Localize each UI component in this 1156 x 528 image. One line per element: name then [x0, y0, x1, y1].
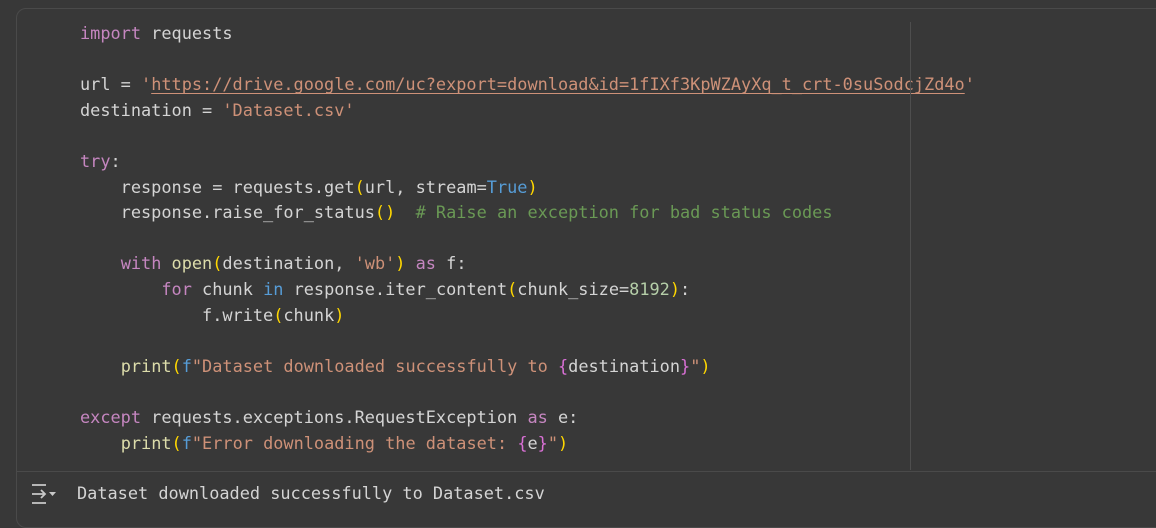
code-line: try: [80, 149, 975, 175]
code-token: : [110, 150, 121, 171]
code-token: open [171, 253, 213, 274]
code-token: print [120, 355, 172, 376]
code-token: f [181, 355, 192, 376]
code-token: ( [273, 304, 284, 325]
code-token: requests.exceptions.RequestException [141, 406, 528, 427]
code-editor[interactable]: import requests url = 'https://drive.goog… [80, 21, 975, 456]
code-token: } [537, 432, 548, 453]
code-token: { [517, 432, 528, 453]
code-token: ) [334, 304, 345, 325]
code-token: f: [435, 253, 467, 274]
code-token: "Error downloading the dataset: [191, 432, 518, 453]
url-link[interactable]: https://drive.google.com/uc?export=downl… [151, 74, 965, 94]
code-token: for [161, 278, 192, 299]
code-token: chunk_size= [517, 278, 630, 299]
code-token: print [120, 432, 172, 453]
code-line: for chunk in response.iter_content(chunk… [80, 277, 975, 303]
code-token: { [557, 355, 569, 376]
code-token: chunk [283, 304, 335, 325]
code-token: destination = [80, 99, 223, 120]
code-token: ) [395, 253, 406, 274]
code-token: f [181, 432, 192, 453]
code-token: 8192 [629, 278, 670, 299]
code-line: response = requests.get(url, stream=True… [80, 175, 975, 201]
output-text: Dataset downloaded successfully to Datas… [77, 483, 545, 503]
code-token: import [80, 23, 142, 43]
code-token: in [263, 278, 284, 299]
code-token: as [527, 406, 548, 427]
code-token: " [690, 355, 701, 376]
code-line: print(f"Dataset downloaded successfully … [80, 354, 975, 380]
code-token: destination [568, 355, 681, 376]
code-token: chunk [191, 278, 264, 299]
code-token: : [680, 278, 691, 299]
code-token: ) [527, 176, 538, 197]
output-divider [17, 471, 1156, 472]
code-token: ( [354, 176, 365, 197]
code-token: ) [558, 432, 569, 453]
code-line: except requests.exceptions.RequestExcept… [80, 405, 975, 431]
code-token: e [527, 432, 538, 453]
code-token: ) [700, 355, 711, 376]
code-token: ' [141, 74, 152, 95]
code-token: try [80, 150, 111, 171]
code-token: f.write [80, 304, 274, 325]
code-token: except [80, 406, 142, 427]
code-line: import requests [80, 21, 975, 47]
code-token: True [486, 176, 528, 197]
code-token: as [415, 253, 436, 274]
output-toggle-icon[interactable] [30, 483, 58, 505]
code-token: response.iter_content [283, 278, 508, 299]
code-token: ( [507, 278, 518, 299]
code-token: requests [141, 23, 233, 43]
code-token: response = requests.get [80, 176, 355, 197]
code-token: url = [80, 74, 142, 95]
code-token: url, stream= [364, 176, 487, 197]
code-line: print(f"Error downloading the dataset: {… [80, 431, 975, 457]
code-line: url = 'https://drive.google.com/uc?expor… [80, 72, 975, 98]
code-token: response.raise_for_status [80, 202, 375, 223]
code-token: with [120, 253, 162, 274]
code-token: ( [171, 355, 182, 376]
code-token: 'Dataset.csv' [222, 99, 355, 120]
code-token: "Dataset downloaded successfully to [191, 355, 558, 376]
code-token: destination, [222, 253, 355, 274]
code-token: ) [669, 278, 681, 299]
code-token: () [374, 202, 396, 223]
code-line: with open(destination, 'wb') as f: [80, 251, 975, 277]
line-length-ruler [910, 22, 911, 470]
code-token: } [680, 355, 691, 376]
code-line: destination = 'Dataset.csv' [80, 98, 975, 124]
code-token: ' [964, 74, 975, 95]
code-token: e: [547, 406, 579, 427]
code-line: response.raise_for_status() # Raise an e… [80, 200, 975, 226]
code-line: f.write(chunk) [80, 303, 975, 329]
code-token: 'wb' [354, 253, 396, 274]
code-token: ( [212, 253, 223, 274]
code-token: " [547, 432, 558, 453]
code-token: ( [171, 432, 182, 453]
code-token: # Raise an exception for bad status code… [395, 202, 833, 223]
